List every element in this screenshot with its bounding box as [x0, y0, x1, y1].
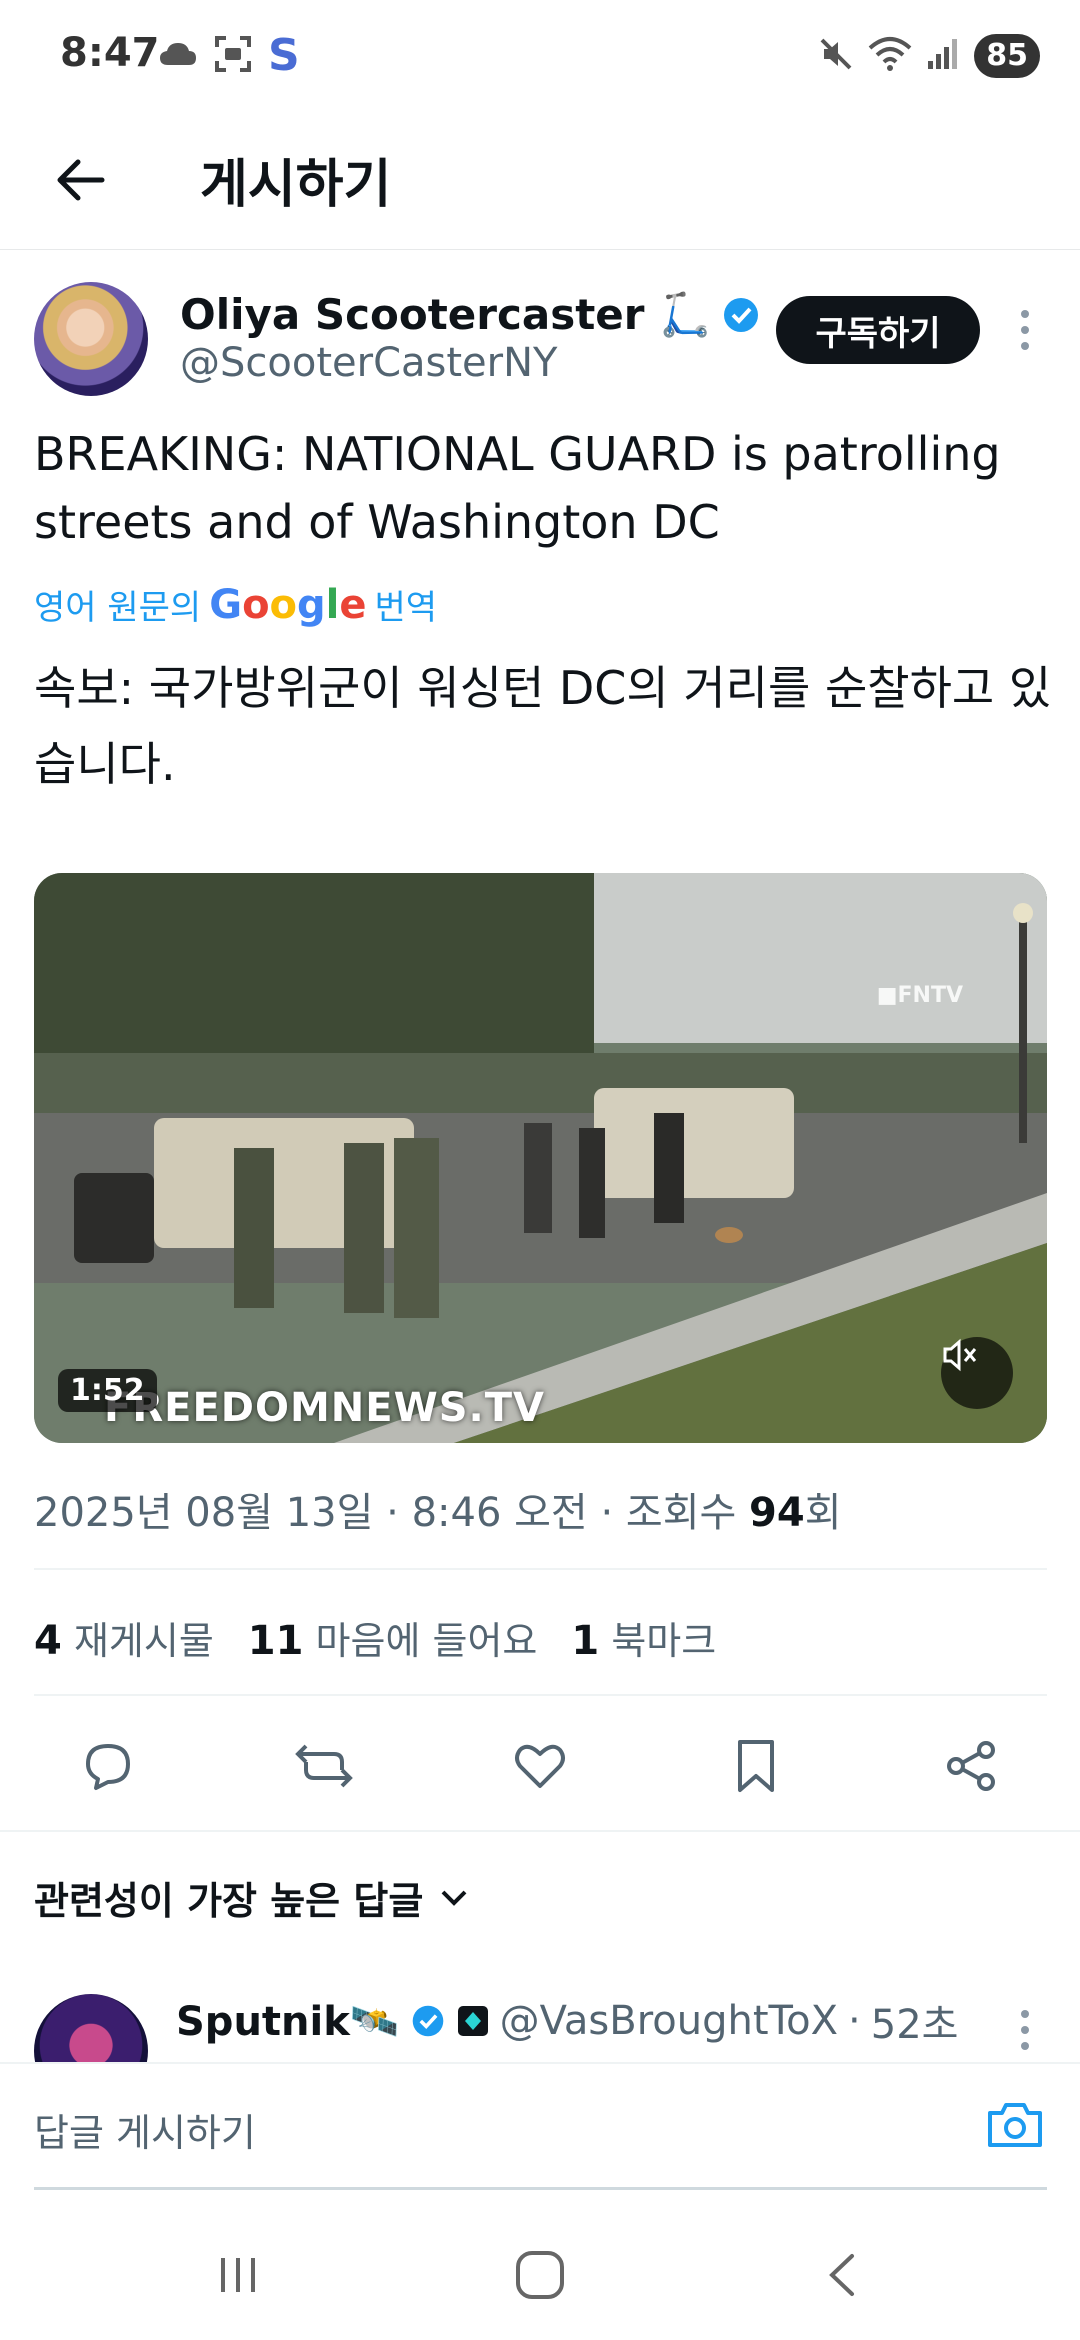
recent-apps-button[interactable]	[198, 2240, 278, 2310]
reply-age: 52초	[870, 2002, 959, 2048]
repost-icon	[295, 1744, 353, 1788]
reply-partial-text: @ScooterCasterNY 님에게 보내는 답글	[176, 2048, 851, 2060]
verified-badge-icon	[412, 2005, 443, 2037]
camera-button[interactable]	[983, 2094, 1047, 2154]
video-duration: 1:52	[58, 1369, 157, 1412]
reply-compose-bar: 답글 게시하기	[0, 2062, 1080, 2192]
section-divider	[0, 1830, 1080, 1832]
page-title: 게시하기	[200, 155, 392, 215]
screenshot-icon	[214, 35, 252, 77]
tweet-time: 8:46 오전	[411, 1490, 588, 1536]
reply-header[interactable]: Sputnik🛰️ @VasBroughtToX · 52초	[176, 1992, 958, 2050]
author-avatar[interactable]	[34, 282, 148, 396]
arrow-left-icon	[57, 159, 105, 201]
share-icon	[947, 1741, 995, 1791]
author-name-row[interactable]: Oliya Scootercaster 🛴	[180, 290, 761, 340]
video-watermark: FREEDOMNEWS.TV	[104, 1385, 545, 1431]
reply-button[interactable]	[76, 1734, 140, 1798]
verified-badge-icon	[724, 298, 759, 332]
translate-suffix: 번역	[374, 588, 438, 628]
more-options-button[interactable]	[1000, 300, 1050, 360]
reply-input-placeholder: 답글 게시하기	[34, 2111, 256, 2155]
wifi-icon	[868, 36, 912, 76]
comment-icon	[86, 1744, 130, 1790]
share-button[interactable]	[940, 1734, 1004, 1798]
views-label: 조회수	[625, 1490, 737, 1536]
camera-icon	[988, 2103, 1042, 2147]
bookmark-button[interactable]	[724, 1734, 788, 1798]
bookmark-icon	[738, 1740, 774, 1792]
reply-author-name: Sputnik🛰️	[176, 1998, 400, 2045]
signal-icon	[926, 37, 960, 75]
system-back-button[interactable]	[802, 2240, 882, 2310]
status-bar: 8:47 S 85	[0, 0, 1080, 120]
home-button[interactable]	[500, 2240, 580, 2310]
tweet-author: Oliya Scootercaster 🛴 @ScooterCasterNY 구…	[0, 280, 1080, 400]
reply-more-button[interactable]	[1000, 2000, 1050, 2060]
reply-author-handle: @VasBroughtToX	[499, 1998, 839, 2044]
bookmarks-stat[interactable]: 1 북마크	[571, 1610, 716, 1665]
translate-link[interactable]: 영어 원문의 Google 번역	[34, 580, 437, 629]
views-suffix: 회	[804, 1490, 842, 1536]
tweet-date: 2025년 08월 13일	[34, 1490, 374, 1536]
translate-prefix: 영어 원문의	[34, 588, 202, 628]
system-nav-bar	[0, 2200, 1080, 2340]
mute-icon	[818, 36, 854, 76]
recents-icon	[221, 2258, 255, 2292]
battery-indicator: 85	[974, 34, 1040, 78]
video-thumbnail	[34, 873, 1047, 1443]
tweet-actions	[0, 1714, 1080, 1814]
repost-button[interactable]	[292, 1734, 356, 1798]
reply-sort-label: 관련성이 가장 높은 답글	[34, 1879, 424, 1923]
divider	[34, 1694, 1047, 1696]
tweet-video[interactable]: ■FNTV FREEDOMNEWS.TV 1:52	[34, 873, 1047, 1443]
s-app-icon: S	[268, 30, 300, 81]
author-handle[interactable]: @ScooterCasterNY	[180, 340, 557, 386]
video-mute-button[interactable]	[941, 1337, 1013, 1409]
author-name: Oliya Scootercaster 🛴	[180, 290, 712, 339]
reply-sort-dropdown[interactable]: 관련성이 가장 높은 답글	[34, 1870, 469, 1925]
heart-icon	[515, 1744, 565, 1788]
app-header: 게시하기	[0, 120, 1080, 250]
chevron-left-icon	[829, 2254, 854, 2296]
home-icon	[516, 2251, 564, 2299]
tweet-stats: 4 재게시물 11 마음에 들어요 1 북마크	[34, 1610, 716, 1665]
tweet-meta: 2025년 08월 13일 · 8:46 오전 · 조회수 94회	[34, 1490, 842, 1536]
subscribe-button[interactable]: 구독하기	[776, 296, 980, 364]
translated-text: 속보: 국가방위군이 워싱턴 DC의 거리를 순찰하고 있습니다.	[34, 661, 1052, 791]
google-logo: Google	[209, 581, 367, 628]
reposts-stat[interactable]: 4 재게시물	[34, 1610, 214, 1665]
volume-muted-icon	[943, 1338, 977, 1372]
tweet-text: BREAKING: NATIONAL GUARD is patrolling s…	[34, 427, 1001, 549]
status-time: 8:47	[60, 30, 160, 76]
chevron-down-icon	[441, 1890, 467, 1906]
back-button[interactable]	[48, 148, 112, 212]
channel-corner-mark: ■FNTV	[876, 983, 963, 1008]
cloud-icon	[158, 39, 198, 73]
divider	[34, 1568, 1047, 1570]
like-button[interactable]	[508, 1734, 572, 1798]
views-count: 94	[749, 1490, 805, 1536]
likes-stat[interactable]: 11 마음에 들어요	[248, 1610, 538, 1665]
reply-input[interactable]: 답글 게시하기	[34, 2064, 1047, 2190]
affiliate-badge-icon	[457, 2006, 488, 2036]
